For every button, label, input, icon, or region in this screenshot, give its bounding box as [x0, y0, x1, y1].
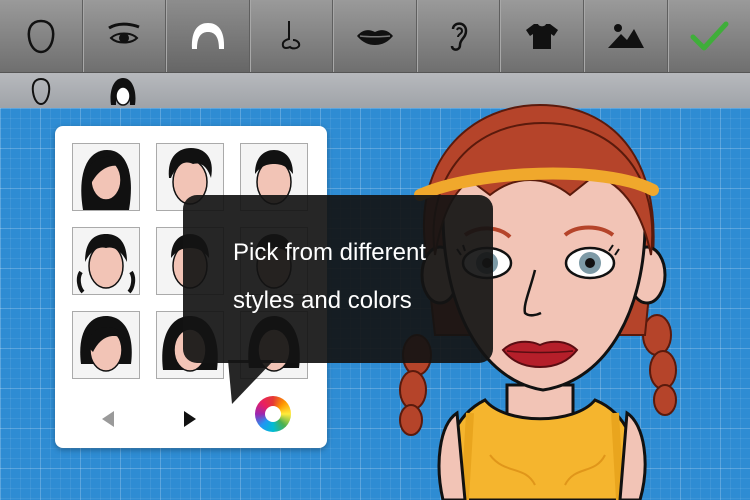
subtab-hairstyle[interactable]: [82, 73, 164, 108]
tool-background[interactable]: [583, 0, 668, 72]
subtab-head[interactable]: [0, 73, 82, 108]
background-icon: [607, 24, 644, 48]
hairstyle-option-7[interactable]: [72, 311, 140, 379]
hairstyle-option-4[interactable]: [72, 227, 140, 295]
head-outline-icon: [31, 77, 51, 105]
hairstyle-long-dark-icon: [81, 150, 131, 210]
tooltip-line-1: Pick from different: [233, 239, 426, 266]
tool-lips[interactable]: [333, 0, 417, 72]
tool-eyes[interactable]: [82, 0, 167, 72]
feature-toolbar: [0, 0, 750, 73]
hairstyle-pigtails-icon: [76, 234, 136, 294]
previous-page-button[interactable]: [93, 404, 123, 434]
nose-icon: [282, 21, 301, 50]
checkmark-icon: [690, 21, 729, 51]
tooltip-tail: [228, 360, 274, 404]
tool-ears[interactable]: [416, 0, 501, 72]
shirt-icon: [526, 24, 559, 49]
tool-nose[interactable]: [249, 0, 334, 72]
hair-icon: [191, 23, 224, 49]
ear-icon: [450, 22, 467, 51]
hairstyle-option-1[interactable]: [72, 143, 140, 211]
triangle-left-icon: [102, 411, 114, 427]
tooltip-line-2: styles and colors: [233, 287, 412, 314]
tool-done[interactable]: [667, 0, 750, 72]
tool-hair[interactable]: [166, 0, 250, 72]
tool-clothing[interactable]: [500, 0, 584, 72]
head-shape-icon: [27, 19, 55, 54]
tool-head-shape[interactable]: [0, 0, 83, 72]
eyes-icon: [108, 22, 140, 44]
hairstyle-bob-icon: [80, 316, 132, 372]
triangle-right-icon: [184, 411, 196, 427]
lips-icon: [357, 30, 394, 45]
hair-silhouette-icon: [110, 77, 136, 106]
hint-tooltip: Pick from different styles and colors: [183, 195, 493, 363]
next-page-button[interactable]: [175, 404, 205, 434]
